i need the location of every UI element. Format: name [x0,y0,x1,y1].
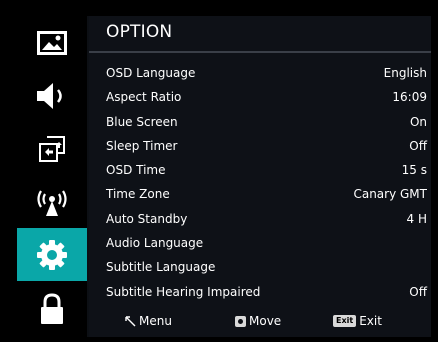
exit-hint: Exit Exit [333,314,382,328]
row-value: 15 s [401,163,427,178]
sound-icon [37,82,62,109]
footer-hints: Menu Move Exit Exit [89,307,431,337]
option-list: OSD Language English Aspect Ratio 16:09 … [89,61,431,304]
sidebar-item-network[interactable] [17,175,87,228]
option-row-osd-time[interactable]: OSD Time 15 s [89,158,431,182]
sidebar-item-source[interactable] [17,122,87,175]
sidebar-item-option[interactable] [17,228,87,281]
option-row-audio-language[interactable]: Audio Language [89,231,431,255]
option-row-time-zone[interactable]: Time Zone Canary GMT [89,182,431,206]
row-label: OSD Time [106,163,166,178]
back-arrow-icon [125,315,136,326]
row-value: Off [409,284,427,299]
sidebar-item-lock[interactable] [17,281,87,337]
row-value: On [409,114,427,129]
row-label: OSD Language [106,66,196,80]
move-hint: Move [235,314,281,328]
row-label: Aspect Ratio [106,90,182,105]
menu-hint-label: Menu [139,314,172,328]
option-panel: OPTION OSD Language English Aspect Ratio… [89,16,431,337]
row-label: Blue Screen [106,114,178,129]
row-label: Sleep Timer [106,138,178,153]
option-row-osd-language[interactable]: OSD Language English [89,61,431,85]
sidebar-item-sound[interactable] [17,69,87,122]
dpad-icon [235,315,246,327]
row-label: Audio Language [106,236,204,251]
row-value: Off [409,138,427,153]
row-label: Time Zone [106,187,170,202]
source-icon [39,135,65,162]
row-label: Auto Standby [106,211,188,226]
option-row-subtitle-language[interactable]: Subtitle Language [89,255,431,279]
gear-icon [37,239,67,270]
option-row-blue-screen[interactable]: Blue Screen On [89,110,431,134]
move-hint-label: Move [249,314,282,328]
row-value: 16:09 [392,90,427,105]
option-row-subtitle-hearing-impaired[interactable]: Subtitle Hearing Impaired Off [89,280,431,304]
picture-icon [37,30,67,55]
network-icon [37,189,67,216]
row-value: 4 H [406,211,427,226]
row-label: Subtitle Language [106,260,216,275]
exit-hint-label: Exit [359,314,382,328]
exit-key-badge: Exit [333,315,357,327]
page-title: OPTION [106,22,173,42]
option-row-auto-standby[interactable]: Auto Standby 4 H [89,207,431,231]
option-row-sleep-timer[interactable]: Sleep Timer Off [89,134,431,158]
option-row-aspect-ratio[interactable]: Aspect Ratio 16:09 [89,85,431,109]
sidebar [17,16,87,337]
osd-frame: OPTION OSD Language English Aspect Ratio… [17,16,431,337]
menu-hint: Menu [125,314,172,328]
sidebar-item-picture[interactable] [17,16,87,69]
title-divider [89,51,431,53]
row-label: Subtitle Hearing Impaired [106,284,261,299]
lock-icon [41,293,63,324]
row-value: English [383,66,427,80]
row-value: Canary GMT [353,187,427,202]
